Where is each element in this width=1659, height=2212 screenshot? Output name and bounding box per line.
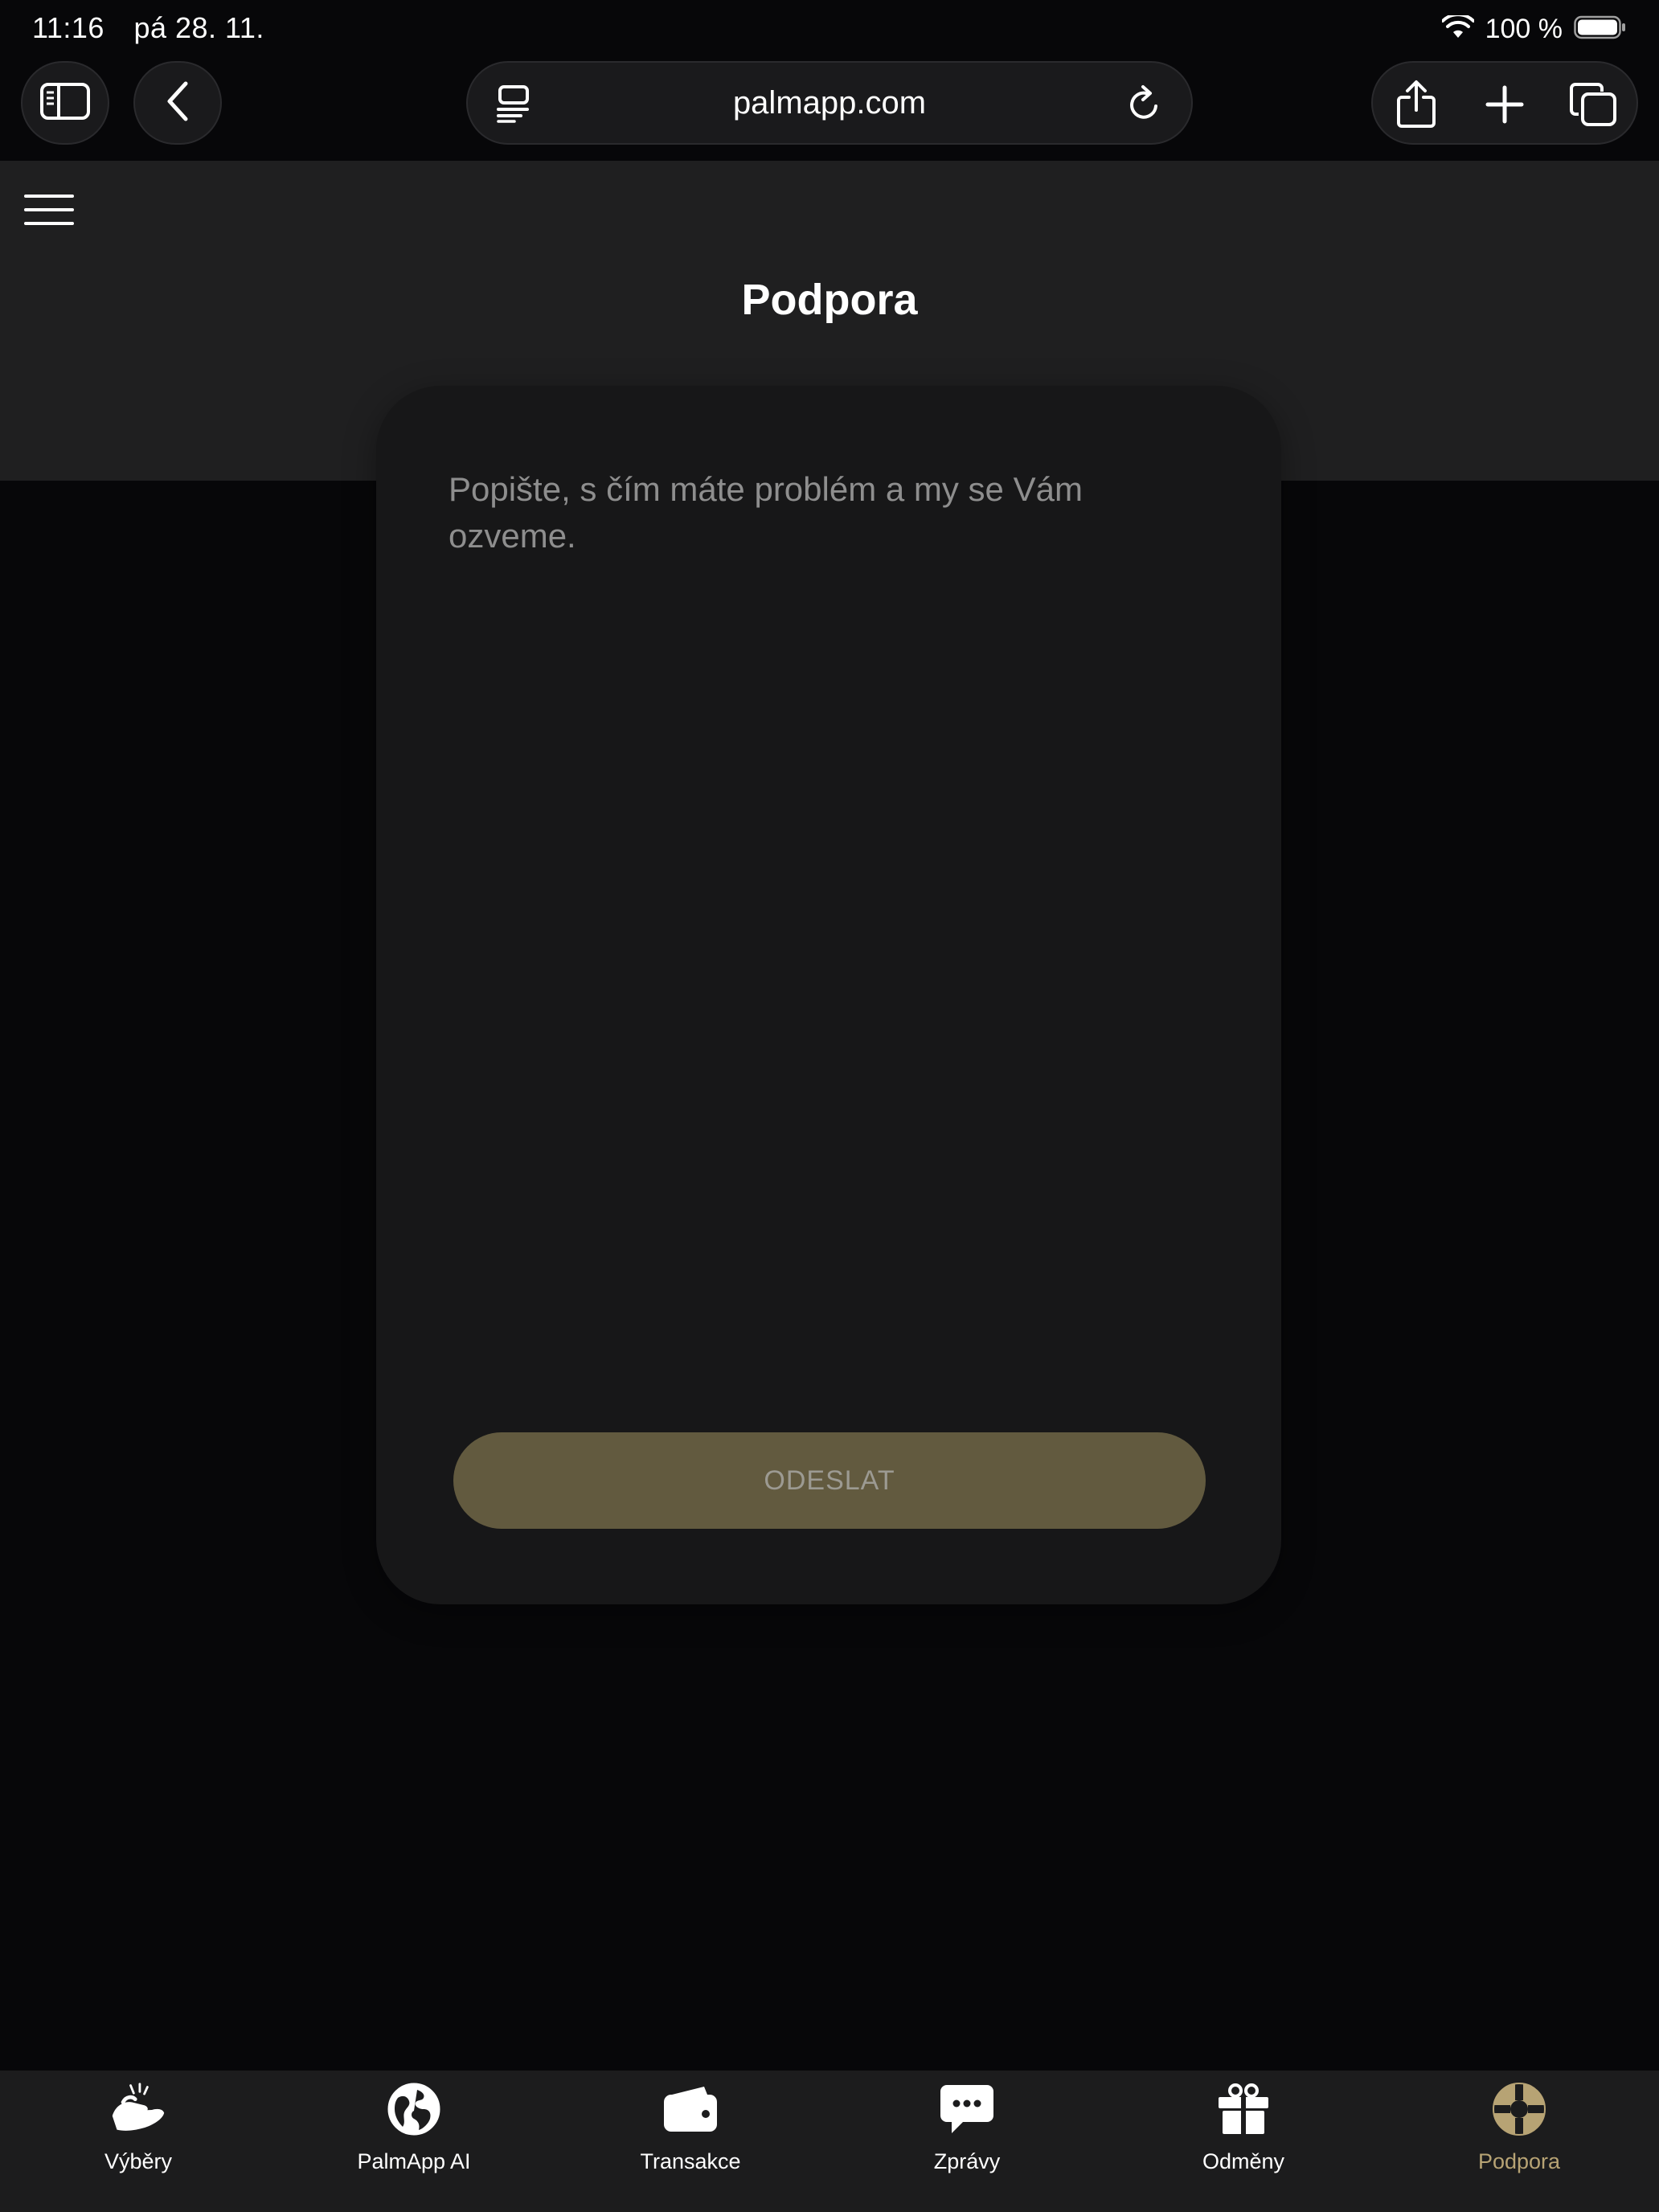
plus-icon[interactable]	[1481, 80, 1529, 129]
browser-toolbar: palmapp.com	[0, 58, 1659, 161]
wallet-icon	[662, 2080, 719, 2138]
hamburger-line	[24, 222, 74, 225]
page-title: Podpora	[741, 276, 918, 324]
nav-item-vybery[interactable]: Výběry	[18, 2080, 259, 2201]
chevron-left-icon	[163, 80, 192, 126]
nav-item-transakce[interactable]: Transakce	[570, 2080, 811, 2201]
battery-icon	[1574, 14, 1627, 44]
message-textarea[interactable]	[449, 466, 1212, 1431]
browser-actions	[1371, 61, 1638, 145]
nav-label: PalmApp AI	[357, 2149, 471, 2173]
gift-icon	[1215, 2080, 1272, 2138]
nav-label: Transakce	[640, 2149, 741, 2173]
submit-button[interactable]: ODESLAT	[453, 1432, 1206, 1529]
status-right: 100 %	[1440, 11, 1627, 47]
hand-coins-icon	[109, 2080, 167, 2138]
sidebar-icon	[39, 82, 91, 125]
status-clock: 11:16	[32, 11, 104, 44]
globe-icon	[385, 2080, 443, 2138]
tabs-icon[interactable]	[1569, 80, 1617, 129]
share-icon[interactable]	[1392, 80, 1440, 129]
battery-percent: 100 %	[1485, 13, 1563, 44]
nav-item-podpora[interactable]: Podpora	[1399, 2080, 1640, 2201]
hamburger-line	[24, 208, 74, 211]
nav-label: Výběry	[104, 2149, 173, 2173]
lifebuoy-icon	[1490, 2080, 1548, 2138]
status-time: 11:16 pá 28. 11.	[32, 11, 264, 45]
nav-item-odmeny[interactable]: Odměny	[1123, 2080, 1364, 2201]
nav-item-palmapp-ai[interactable]: PalmApp AI	[293, 2080, 535, 2201]
wifi-icon	[1440, 12, 1475, 43]
nav-label: Zprávy	[933, 2149, 1001, 2173]
url-text[interactable]: palmapp.com	[468, 85, 1191, 121]
status-bar: 11:16 pá 28. 11. 100 %	[0, 0, 1659, 58]
screen: 11:16 pá 28. 11. 100 % palmapp.com Podpo…	[0, 0, 1659, 2212]
sidebar-button[interactable]	[21, 61, 109, 145]
status-date: pá 28. 11.	[133, 11, 264, 44]
hamburger-line	[24, 195, 74, 198]
hamburger-icon[interactable]	[24, 190, 74, 230]
nav-label: Odměny	[1202, 2149, 1285, 2173]
bottom-nav: Výběry PalmApp AI Transakce Zprávy Odměn…	[0, 2071, 1659, 2212]
chat-bubble-icon	[938, 2080, 996, 2138]
nav-item-zpravy[interactable]: Zprávy	[846, 2080, 1088, 2201]
back-button[interactable]	[133, 61, 222, 145]
nav-label: Podpora	[1477, 2149, 1561, 2173]
address-bar[interactable]: palmapp.com	[466, 61, 1193, 145]
reload-icon[interactable]	[1125, 84, 1164, 128]
support-card: ODESLAT	[376, 386, 1281, 1604]
